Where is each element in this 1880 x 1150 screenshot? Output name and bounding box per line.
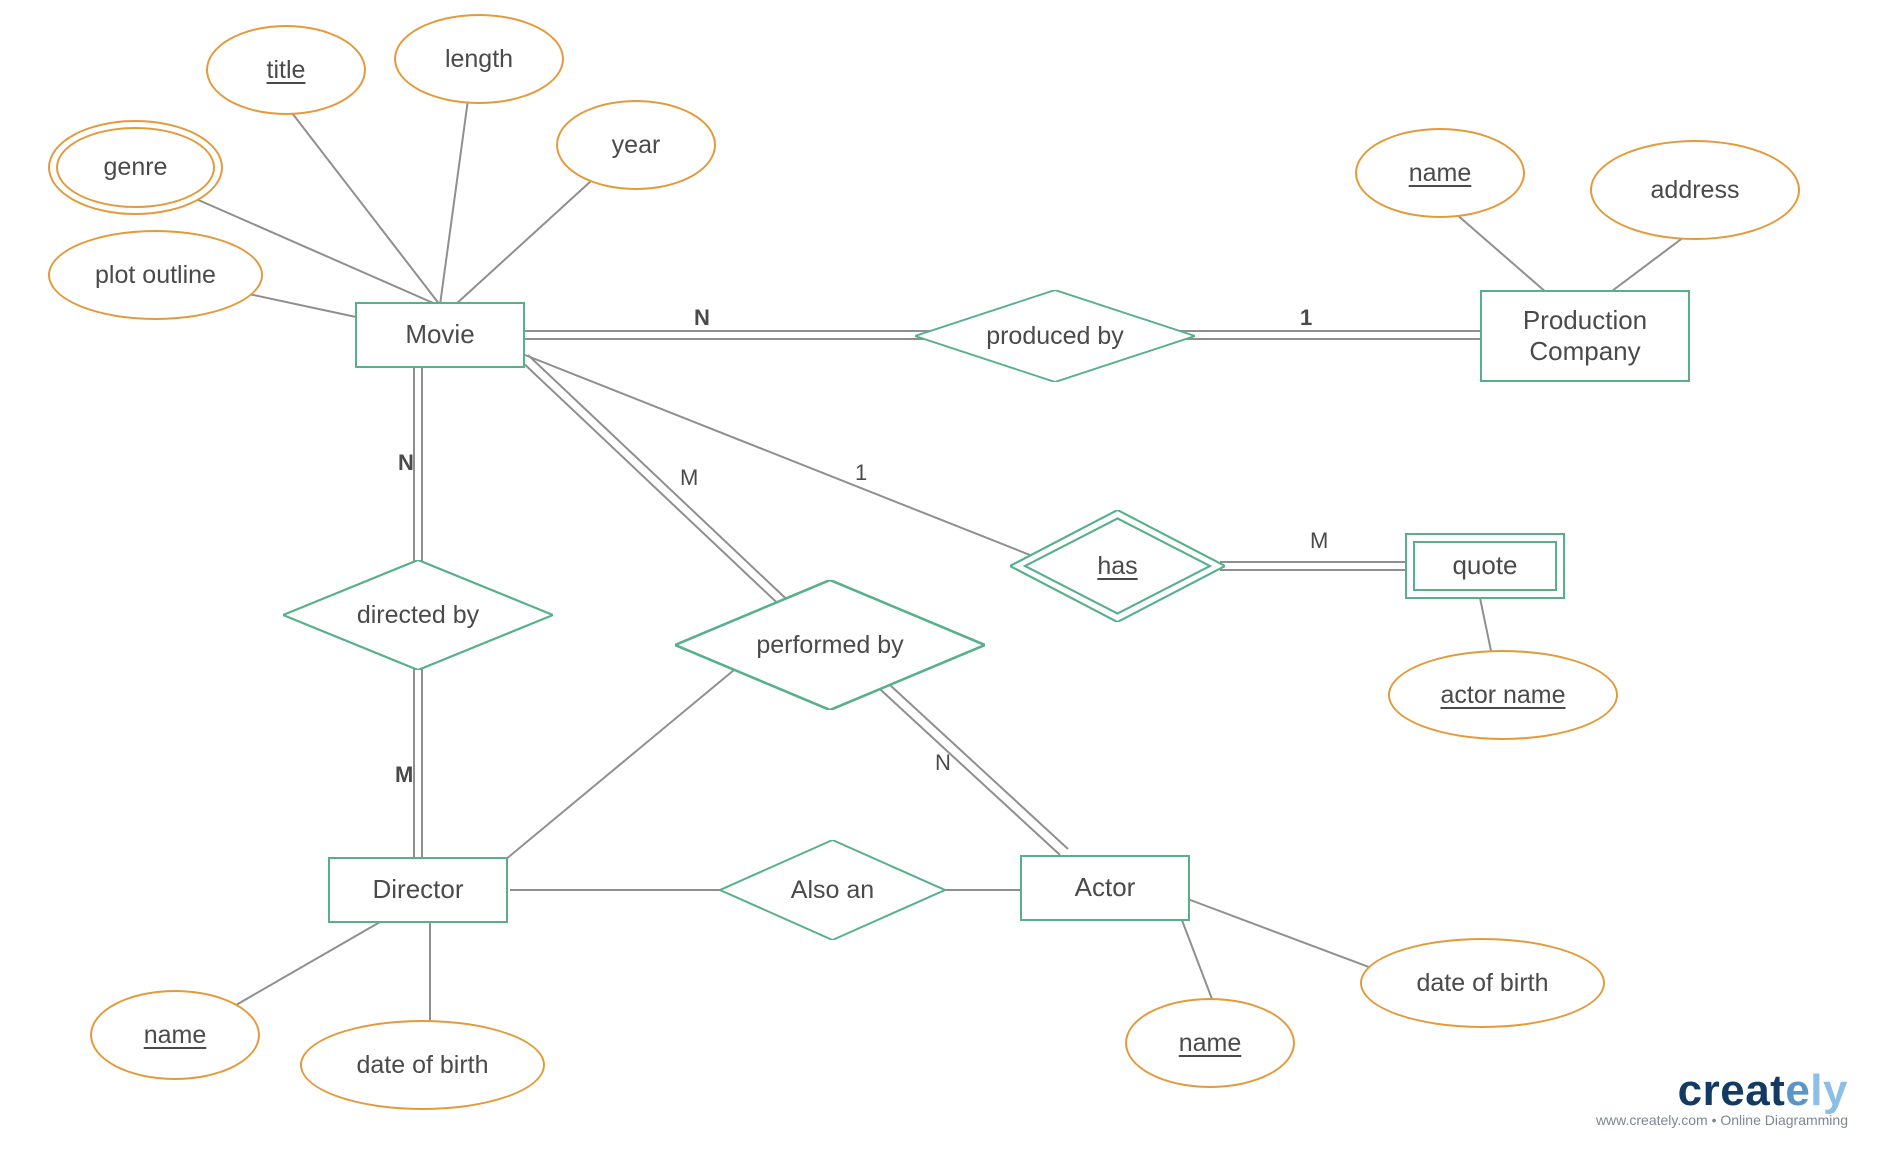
- attr-movie-genre: genre: [48, 120, 223, 215]
- rel-label: performed by: [742, 631, 917, 660]
- attr-label: title: [267, 56, 306, 85]
- rel-label: has: [1083, 552, 1151, 581]
- entity-director: Director: [328, 857, 508, 923]
- card-company-produced: 1: [1300, 305, 1312, 331]
- entity-label: Director: [372, 874, 463, 905]
- attr-label: name: [144, 1021, 207, 1050]
- rel-label: produced by: [972, 322, 1138, 351]
- attr-label: name: [1409, 159, 1472, 188]
- card-movie-has: 1: [855, 460, 867, 486]
- rel-label: Also an: [777, 876, 888, 905]
- attr-label: date of birth: [356, 1051, 488, 1080]
- attr-label: plot outline: [95, 261, 216, 290]
- card-director-directed: M: [395, 762, 413, 788]
- entity-label: Actor: [1075, 872, 1136, 903]
- card-quote-has: M: [1310, 528, 1328, 554]
- attr-label: date of birth: [1416, 969, 1548, 998]
- attr-label: name: [1179, 1029, 1242, 1058]
- entity-label: Movie: [405, 319, 474, 350]
- card-movie-directed: N: [398, 450, 414, 476]
- attr-company-address: address: [1590, 140, 1800, 240]
- entity-movie: Movie: [355, 302, 525, 368]
- entity-quote: quote: [1405, 533, 1565, 599]
- watermark-tagline: www.creately.com • Online Diagramming: [1596, 1112, 1848, 1128]
- attr-director-name: name: [90, 990, 260, 1080]
- rel-directed-by: directed by: [283, 560, 553, 670]
- attr-movie-year: year: [556, 100, 716, 190]
- rel-performed-by: performed by: [675, 580, 985, 710]
- card-movie-produced: N: [694, 305, 710, 331]
- attr-label: genre: [104, 153, 168, 182]
- card-actor-performed: N: [935, 750, 951, 776]
- attr-label: address: [1651, 176, 1740, 205]
- attr-movie-length: length: [394, 14, 564, 104]
- rel-produced-by: produced by: [915, 290, 1195, 382]
- entity-label: quote: [1452, 550, 1517, 581]
- attr-quote-actor-name: actor name: [1388, 650, 1618, 740]
- attr-actor-name: name: [1125, 998, 1295, 1088]
- attr-movie-plot-outline: plot outline: [48, 230, 263, 320]
- watermark: creately www.creately.com • Online Diagr…: [1596, 1066, 1848, 1128]
- attr-label: year: [612, 131, 661, 160]
- card-movie-performed: M: [680, 465, 698, 491]
- watermark-brand: creately: [1596, 1066, 1848, 1116]
- attr-director-dob: date of birth: [300, 1020, 545, 1110]
- rel-also-an: Also an: [720, 840, 945, 940]
- attr-label: actor name: [1440, 681, 1565, 710]
- rel-has: has: [1010, 510, 1225, 622]
- attr-actor-dob: date of birth: [1360, 938, 1605, 1028]
- entity-production-company: Production Company: [1480, 290, 1690, 382]
- rel-label: directed by: [343, 601, 493, 630]
- entity-label: Production Company: [1523, 305, 1647, 367]
- attr-company-name: name: [1355, 128, 1525, 218]
- er-diagram-canvas: genre plot outline title length year nam…: [0, 0, 1880, 1150]
- attr-label: length: [445, 45, 513, 74]
- entity-actor: Actor: [1020, 855, 1190, 921]
- attr-movie-title: title: [206, 25, 366, 115]
